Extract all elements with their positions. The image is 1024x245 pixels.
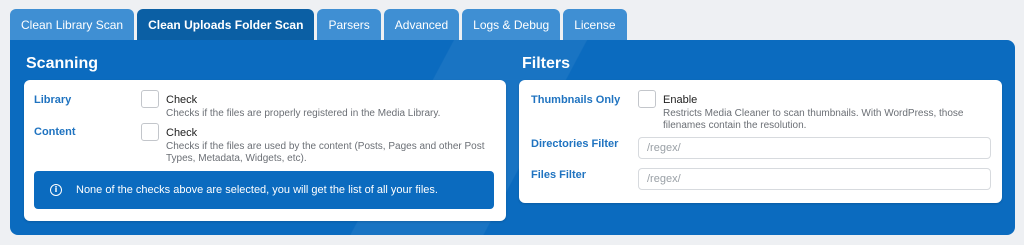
tab-license[interactable]: License (563, 9, 627, 40)
scanning-title: Scanning (26, 55, 99, 72)
filters-card: Thumbnails Only Enable Restricts Media C… (519, 80, 1002, 203)
thumbnails-only-label: Thumbnails Only (531, 94, 621, 106)
thumbnails-only-description-line1: Restricts Media Cleaner to scan thumbnai… (663, 108, 964, 119)
tab-advanced[interactable]: Advanced (383, 9, 460, 40)
filters-title: Filters (522, 55, 571, 72)
tab-logs-debug[interactable]: Logs & Debug (462, 9, 561, 40)
directories-filter-input[interactable] (638, 137, 991, 159)
directories-filter-label: Directories Filter (531, 138, 619, 150)
notice-text: None of the checks above are selected, y… (76, 184, 438, 196)
scanning-card: Library Check Checks if the files are pr… (24, 80, 506, 221)
no-checks-notice: i None of the checks above are selected,… (34, 171, 494, 209)
tab-bar: Clean Library Scan Clean Uploads Folder … (10, 9, 627, 40)
tab-clean-library-scan[interactable]: Clean Library Scan (10, 9, 135, 40)
settings-page: Clean Library Scan Clean Uploads Folder … (0, 0, 1024, 245)
content-check-label: Check (166, 127, 198, 139)
library-description: Checks if the files are properly registe… (166, 108, 441, 119)
tab-parsers[interactable]: Parsers (317, 9, 381, 40)
thumbnails-only-check-label: Enable (663, 94, 698, 106)
settings-panel: Scanning Library Check Checks if the fil… (10, 40, 1015, 235)
thumbnails-only-checkbox[interactable] (638, 90, 656, 108)
library-label: Library (34, 94, 72, 106)
library-check-label: Check (166, 94, 198, 106)
files-filter-label: Files Filter (531, 169, 587, 181)
tab-clean-uploads-folder-scan[interactable]: Clean Uploads Folder Scan (137, 9, 315, 40)
thumbnails-only-description-line2: filenames contain the resolution. (663, 120, 807, 131)
content-label: Content (34, 126, 76, 138)
content-description-line1: Checks if the files are used by the cont… (166, 141, 485, 152)
library-checkbox[interactable] (141, 90, 159, 108)
content-description-line2: Types, Metadata, Widgets, etc). (166, 153, 307, 164)
files-filter-input[interactable] (638, 168, 991, 190)
info-icon: i (50, 184, 62, 196)
content-checkbox[interactable] (141, 123, 159, 141)
